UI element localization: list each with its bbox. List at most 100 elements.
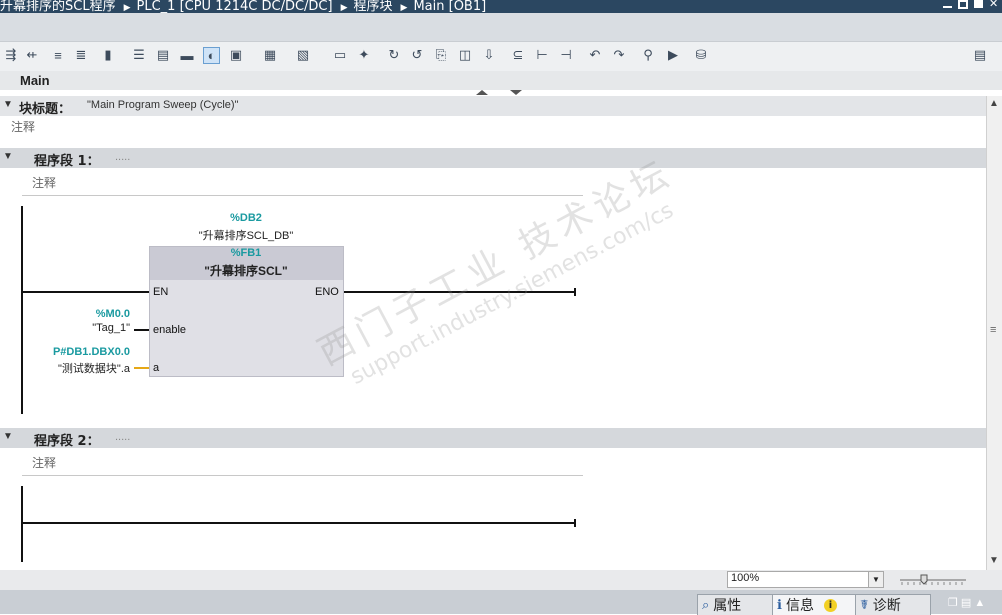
tab-properties[interactable]: ⌕ 属性	[697, 594, 773, 615]
network-2-title[interactable]: .....	[115, 431, 130, 443]
compare-icon[interactable]: ⎘	[433, 47, 449, 63]
wire-end	[574, 288, 576, 296]
enable-wire	[134, 329, 149, 331]
zoom-select[interactable]: 100% ▼	[727, 571, 884, 588]
highlight-icon[interactable]: ✦	[356, 47, 372, 63]
breadcrumb-folder[interactable]: 程序块	[354, 0, 393, 13]
pin-a: a	[153, 362, 160, 374]
absolute-operands-icon[interactable]: ☰	[131, 47, 147, 63]
vertical-scrollbar[interactable]: ▲ ≡ ▼	[986, 96, 1002, 570]
dropdown-arrow-icon[interactable]: ▼	[868, 572, 883, 587]
layout-icon[interactable]: ▤	[972, 47, 988, 63]
enable-address: %M0.0	[95, 308, 130, 320]
monitor-icon[interactable]: ◫	[457, 47, 473, 63]
info-badge-icon: i	[823, 598, 837, 612]
empty-rung-wire	[22, 522, 576, 524]
network-comments-icon[interactable]: ▭	[332, 47, 348, 63]
tab-diagnostics[interactable]: ☤ 诊断	[855, 594, 931, 615]
info-tab-icon: ℹ	[777, 597, 782, 613]
breadcrumb-block[interactable]: Main [OB1]	[413, 0, 486, 13]
en-wire	[22, 291, 149, 293]
left-power-rail	[21, 206, 23, 414]
open-block-icon[interactable]: ▮	[100, 47, 116, 63]
expand-networks-icon[interactable]: ▬	[179, 47, 195, 63]
network-1-label: 程序段 1：	[34, 154, 100, 169]
breadcrumb-arrow-icon: ▶	[400, 3, 408, 13]
collapse-icon[interactable]: ▼	[3, 151, 13, 162]
pin-en: EN	[153, 286, 169, 298]
comments-toggle-icon[interactable]: ◐	[203, 47, 220, 64]
tab-info-label: 信息	[785, 598, 814, 614]
delete-network-icon[interactable]: ⇷	[24, 47, 40, 63]
network-2-comment[interactable]: 注释	[32, 454, 56, 471]
left-power-rail	[21, 486, 23, 562]
network-overview-icon[interactable]: ▤	[155, 47, 171, 63]
fb-address: %FB1	[230, 247, 262, 259]
a-operand[interactable]: "测试数据块".a	[20, 360, 130, 376]
minimize-icon[interactable]	[943, 0, 952, 8]
comment-divider	[22, 475, 583, 476]
close-icon[interactable]: ✕	[989, 0, 998, 10]
network-1-comment[interactable]: 注释	[32, 174, 56, 191]
connect-online-icon[interactable]: ↶	[587, 47, 603, 63]
fb-name[interactable]: "升幕排序SCL"	[150, 262, 342, 279]
block-title-value[interactable]: "Main Program Sweep (Cycle)"	[87, 99, 238, 111]
eno-wire	[343, 291, 576, 293]
diagnostics-icon: ☤	[860, 597, 869, 613]
a-address: P#DB1.DBX0.0	[52, 346, 130, 358]
network-2-label: 程序段 2：	[34, 434, 100, 449]
close-branch-icon[interactable]: ⊣	[558, 47, 574, 63]
download-icon[interactable]: ⇩	[481, 47, 497, 63]
enable-operand[interactable]: "Tag_1"	[30, 322, 130, 334]
zoom-slider[interactable]	[900, 574, 968, 586]
set-reset-icon[interactable]: ⊆	[510, 47, 526, 63]
maximize-icon[interactable]	[974, 0, 983, 8]
scroll-up-icon[interactable]: ▲	[989, 98, 999, 109]
collapse-icon[interactable]: ▼	[3, 431, 13, 442]
block-title-header[interactable]: ▼ 块标题： "Main Program Sweep (Cycle)"	[0, 96, 986, 117]
breadcrumb-arrow-icon: ▶	[123, 3, 131, 13]
breadcrumb-arrow-icon: ▶	[340, 3, 348, 13]
assignment-list-icon[interactable]: ▧	[295, 47, 311, 63]
go-to-prev-icon[interactable]: ↺	[409, 47, 425, 63]
favorites-icon[interactable]: ▣	[228, 47, 244, 63]
block-title-label: 块标题：	[19, 102, 72, 117]
pin-eno: ENO	[315, 286, 339, 298]
tab-diagnostics-label: 诊断	[872, 598, 901, 614]
test-icon[interactable]: ▶	[665, 47, 681, 63]
insert-network-icon[interactable]: ⇶	[3, 47, 19, 63]
monitoring-on-icon[interactable]: ⚲	[640, 47, 656, 63]
editor-toolbar	[0, 41, 1002, 72]
breadcrumb-device[interactable]: PLC_1 [CPU 1214C DC/DC/DC]	[137, 0, 333, 13]
network-2-header[interactable]: ▼ 程序段 2： .....	[0, 428, 986, 449]
network-1-title[interactable]: .....	[115, 151, 130, 163]
inspector-window-controls[interactable]: ❐ ▤ ▲	[948, 596, 985, 609]
collapse-icon[interactable]: ▼	[3, 99, 13, 110]
splitter-handle[interactable]	[470, 88, 530, 96]
zoom-value: 100%	[731, 572, 760, 584]
tab-properties-label: 属性	[713, 598, 742, 614]
call-structure-icon[interactable]: ▦	[262, 47, 278, 63]
instance-db-address: %DB2	[230, 212, 262, 224]
go-to-next-icon[interactable]: ↻	[386, 47, 402, 63]
ladder-editor[interactable]: ▼ 块标题： "Main Program Sweep (Cycle)" 注释 ▼…	[0, 96, 986, 570]
a-wire	[134, 367, 149, 369]
breadcrumb-project[interactable]: 升幕排序的SCL程序	[0, 0, 116, 13]
load-icon[interactable]: ⛁	[693, 47, 709, 63]
scroll-grip-icon[interactable]: ≡	[990, 324, 996, 336]
pin-enable: enable	[153, 324, 187, 336]
open-branch-icon[interactable]: ⊢	[534, 47, 550, 63]
properties-icon: ⌕	[702, 597, 710, 613]
block-comment[interactable]: 注释	[11, 118, 35, 135]
scroll-down-icon[interactable]: ▼	[989, 555, 999, 566]
block-name: Main	[20, 73, 50, 88]
tab-info[interactable]: ℹ 信息 i	[772, 594, 856, 615]
editor-tab-strip	[0, 13, 1002, 41]
restore-icon[interactable]	[958, 0, 968, 9]
network-1-header[interactable]: ▼ 程序段 1： .....	[0, 148, 986, 169]
instance-db-name[interactable]: "升幕排序SCL_DB"	[150, 227, 342, 243]
comment-divider	[22, 195, 583, 196]
add-row-icon[interactable]: ≣	[73, 47, 89, 63]
insert-row-icon[interactable]: ≡	[50, 47, 66, 63]
disconnect-online-icon[interactable]: ↷	[611, 47, 627, 63]
